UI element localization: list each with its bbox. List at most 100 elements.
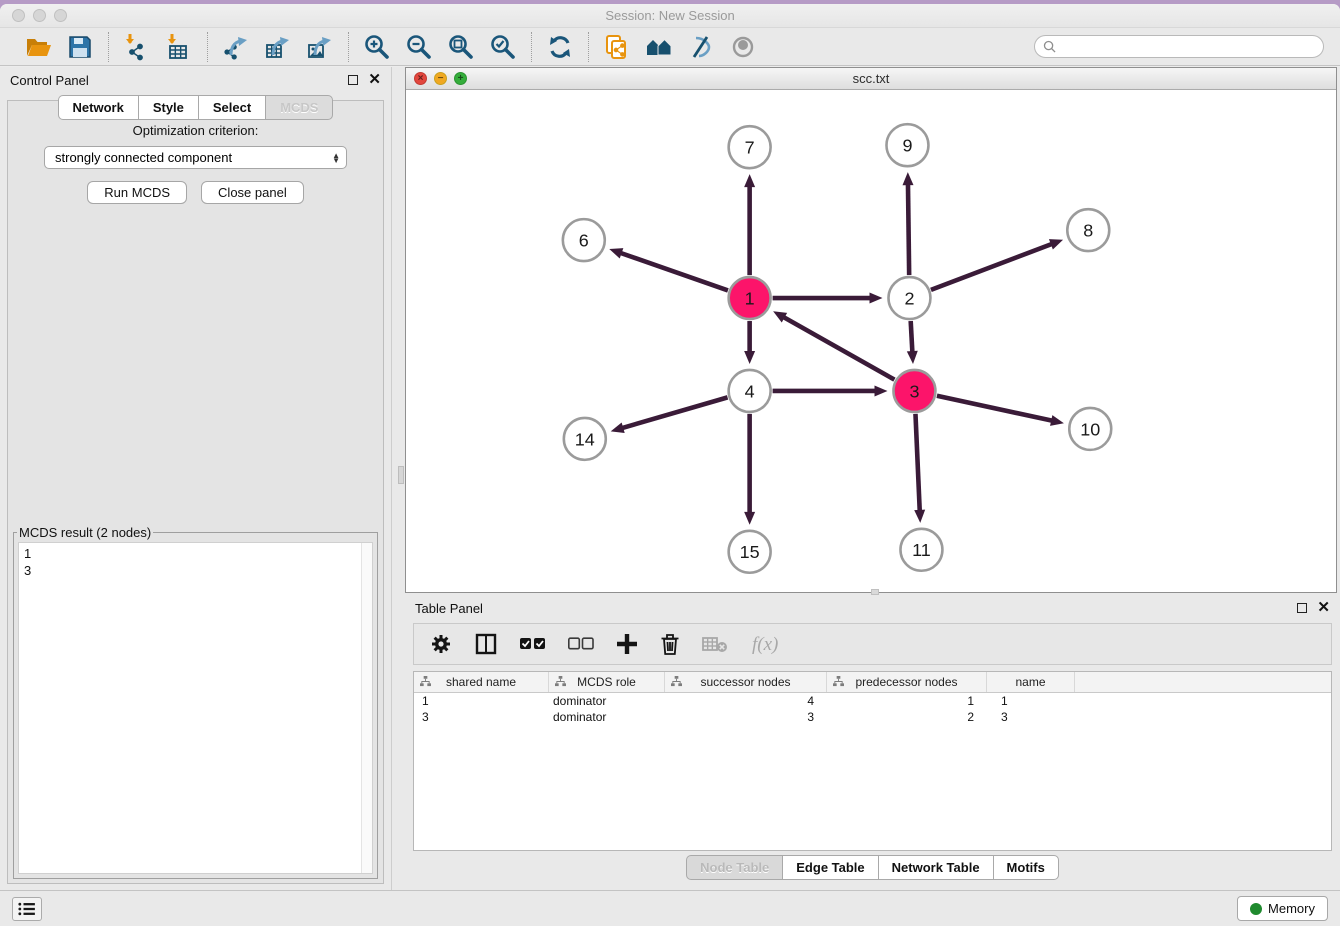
tab-mcds[interactable]: MCDS <box>265 95 333 120</box>
control-panel-tabs: NetworkStyleSelectMCDS <box>0 95 391 120</box>
memory-label: Memory <box>1268 901 1315 916</box>
tab-network[interactable]: Network <box>58 95 138 120</box>
table-row[interactable]: 3dominator323 <box>414 709 1331 725</box>
column-header-name[interactable]: name <box>987 672 1075 692</box>
save-session-icon[interactable] <box>66 33 94 61</box>
control-panel-float-icon[interactable] <box>348 75 358 85</box>
network-window-titlebar[interactable]: × − + scc.txt <box>406 68 1336 90</box>
edge-3-1[interactable] <box>783 317 895 380</box>
show-details-eye-icon[interactable] <box>729 33 757 61</box>
node-label-3: 3 <box>909 381 919 401</box>
edge-arrowhead <box>902 172 913 185</box>
duplicate-network-icon[interactable] <box>603 33 631 61</box>
network-graph: 7968124314101511 <box>406 90 1336 592</box>
search-input[interactable] <box>1061 40 1315 54</box>
maximize-window-button[interactable] <box>54 9 67 22</box>
splitter-grip-left[interactable] <box>398 466 404 484</box>
mcds-result-list[interactable]: 13 <box>18 542 373 874</box>
minimize-window-button[interactable] <box>33 9 46 22</box>
edge-3-11[interactable] <box>915 414 919 512</box>
search-box[interactable] <box>1034 35 1324 58</box>
node-table[interactable]: shared nameMCDS role successor nodes prede… <box>413 671 1332 851</box>
node-label-2: 2 <box>904 289 914 309</box>
import-table-icon[interactable] <box>165 33 193 61</box>
column-header-shared-name[interactable]: shared name <box>414 672 549 692</box>
export-image-icon[interactable] <box>306 33 334 61</box>
gal-home-icon[interactable] <box>645 33 673 61</box>
node-label-8: 8 <box>1083 221 1093 241</box>
zoom-selected-icon[interactable] <box>489 33 517 61</box>
edge-4-14[interactable] <box>621 397 727 428</box>
edge-arrowhead <box>874 385 887 396</box>
column-header-label: successor nodes <box>700 675 790 689</box>
edge-3-10[interactable] <box>937 396 1053 421</box>
network-zoom-button[interactable]: + <box>454 72 467 85</box>
mcds-result-title: MCDS result (2 nodes) <box>17 525 153 540</box>
status-bar: Memory <box>0 890 1340 926</box>
criterion-dropdown-value: strongly connected component <box>55 150 332 165</box>
fit-content-icon[interactable] <box>447 33 475 61</box>
table-panel-close-icon[interactable]: ✕ <box>1317 603 1330 613</box>
add-column-icon[interactable] <box>616 633 638 655</box>
criterion-dropdown[interactable]: strongly connected component ▲▼ <box>44 146 347 169</box>
table-header-row: shared nameMCDS role successor nodes prede… <box>414 672 1331 693</box>
import-network-icon[interactable] <box>123 33 151 61</box>
mcds-result-node: 1 <box>24 545 372 562</box>
control-panel-header: Control Panel ✕ <box>0 67 391 93</box>
edge-1-6[interactable] <box>620 253 728 291</box>
tab-network-table[interactable]: Network Table <box>878 855 993 880</box>
table-cell: 2 <box>827 709 987 725</box>
app-window: Session: New Session Control Panel ✕ <box>0 4 1340 926</box>
table-cell: 1 <box>987 693 1075 709</box>
memory-button[interactable]: Memory <box>1237 896 1328 921</box>
tab-node-table[interactable]: Node Table <box>686 855 782 880</box>
mcds-result-group: MCDS result (2 nodes) 13 <box>13 525 378 879</box>
zoom-in-icon[interactable] <box>363 33 391 61</box>
edge-2-8[interactable] <box>931 244 1053 290</box>
control-panel-title: Control Panel <box>10 73 348 88</box>
table-row[interactable]: 1dominator411 <box>414 693 1331 709</box>
column-panel-icon[interactable] <box>474 632 498 656</box>
delete-column-icon[interactable] <box>660 632 680 656</box>
control-panel-close-icon[interactable]: ✕ <box>368 75 381 85</box>
task-history-button[interactable] <box>12 897 42 921</box>
function-builder-icon[interactable]: f(x) <box>750 631 784 657</box>
edge-arrowhead <box>609 248 623 258</box>
close-panel-button[interactable]: Close panel <box>201 181 304 204</box>
tab-style[interactable]: Style <box>138 95 198 120</box>
table-cell: 1 <box>827 693 987 709</box>
network-minimize-button[interactable]: − <box>434 72 447 85</box>
edge-arrowhead <box>907 351 918 364</box>
edge-arrowhead <box>1050 415 1064 426</box>
run-mcds-button[interactable]: Run MCDS <box>87 181 187 204</box>
close-window-button[interactable] <box>12 9 25 22</box>
export-network-icon[interactable] <box>222 33 250 61</box>
svg-text:f(x): f(x) <box>752 634 778 655</box>
destroy-table-icon[interactable] <box>702 635 728 653</box>
result-scrollbar[interactable] <box>361 543 372 873</box>
deselect-all-columns-icon[interactable] <box>568 637 594 651</box>
tab-motifs[interactable]: Motifs <box>993 855 1059 880</box>
edge-2-9[interactable] <box>908 183 909 275</box>
zoom-out-icon[interactable] <box>405 33 433 61</box>
column-header-MCDS-role[interactable]: MCDS role <box>549 672 665 692</box>
edge-arrowhead <box>1049 239 1063 249</box>
network-close-button[interactable]: × <box>414 72 427 85</box>
table-tabs: Node TableEdge TableNetwork TableMotifs <box>405 855 1340 880</box>
hide-graphics-details-icon[interactable] <box>687 33 715 61</box>
tab-edge-table[interactable]: Edge Table <box>782 855 877 880</box>
edge-2-3[interactable] <box>911 321 913 353</box>
export-table-icon[interactable] <box>264 33 292 61</box>
column-header-predecessor-nodes[interactable]: predecessor nodes <box>827 672 987 692</box>
column-header-successor-nodes[interactable]: successor nodes <box>665 672 827 692</box>
tab-select[interactable]: Select <box>198 95 265 120</box>
main-area: Control Panel ✕ NetworkStyleSelectMCDS O… <box>0 67 1340 890</box>
open-session-icon[interactable] <box>24 33 52 61</box>
network-view-window: × − + scc.txt 7968124314101511 <box>405 67 1337 593</box>
table-panel-float-icon[interactable] <box>1297 603 1307 613</box>
table-cell: dominator <box>549 709 665 725</box>
select-all-columns-icon[interactable] <box>520 637 546 651</box>
network-canvas[interactable]: 7968124314101511 <box>406 90 1336 592</box>
table-settings-gear-icon[interactable] <box>430 633 452 655</box>
refresh-layout-icon[interactable] <box>546 33 574 61</box>
